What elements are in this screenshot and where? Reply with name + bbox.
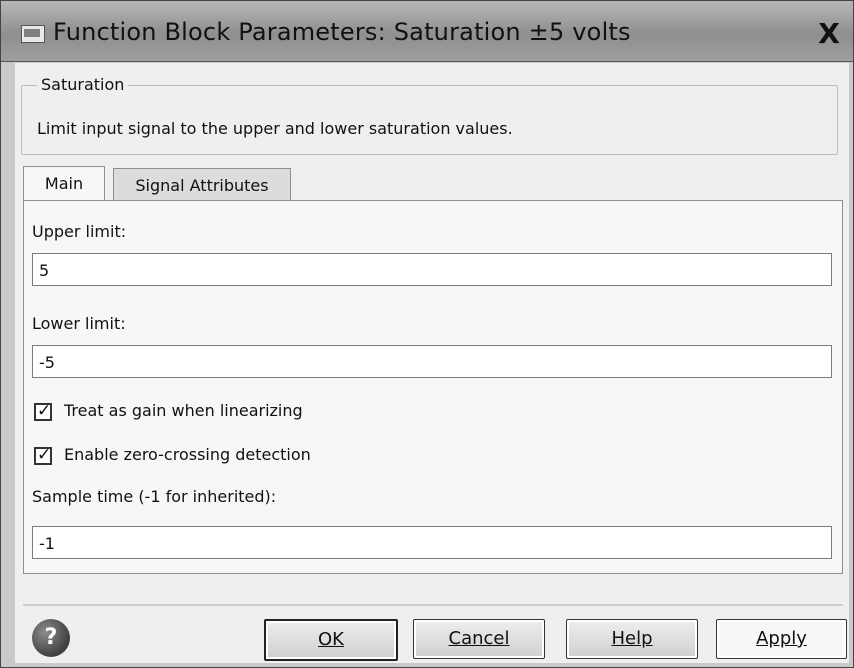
cancel-button[interactable]: Cancel bbox=[413, 619, 545, 659]
dialog-icon bbox=[21, 25, 45, 43]
help-label: Help bbox=[611, 628, 653, 649]
upper-limit-input[interactable]: 5 bbox=[32, 253, 832, 286]
treat-as-gain-checkbox[interactable] bbox=[34, 401, 52, 421]
tab-main[interactable]: Main bbox=[23, 166, 105, 203]
help-button[interactable]: Help bbox=[566, 619, 698, 659]
title-bar[interactable]: Function Block Parameters: Saturation ±5… bbox=[1, 1, 853, 62]
group-legend: Saturation bbox=[37, 75, 129, 94]
apply-label: Apply bbox=[756, 628, 807, 649]
zero-crossing-checkbox[interactable] bbox=[34, 445, 52, 465]
lower-limit-input[interactable]: -5 bbox=[32, 345, 832, 378]
help-icon[interactable]: ? bbox=[32, 619, 70, 657]
close-icon[interactable]: X bbox=[811, 19, 847, 49]
ok-button[interactable]: OK bbox=[264, 619, 398, 661]
window-title: Function Block Parameters: Saturation ±5… bbox=[53, 18, 631, 46]
tab-signal-attributes[interactable]: Signal Attributes bbox=[113, 168, 291, 203]
apply-button[interactable]: Apply bbox=[716, 619, 847, 659]
block-description: Limit input signal to the upper and lowe… bbox=[37, 119, 513, 138]
cancel-label: Cancel bbox=[448, 628, 510, 649]
upper-limit-label: Upper limit: bbox=[32, 222, 127, 241]
ok-label: OK bbox=[318, 629, 344, 650]
separator bbox=[23, 604, 843, 606]
sample-time-input[interactable]: -1 bbox=[32, 526, 832, 559]
lower-limit-label: Lower limit: bbox=[32, 314, 126, 333]
treat-as-gain-label: Treat as gain when linearizing bbox=[64, 401, 303, 420]
dialog-window: Function Block Parameters: Saturation ±5… bbox=[0, 0, 854, 668]
zero-crossing-label: Enable zero-crossing detection bbox=[64, 445, 311, 464]
sample-time-label: Sample time (-1 for inherited): bbox=[32, 487, 277, 506]
